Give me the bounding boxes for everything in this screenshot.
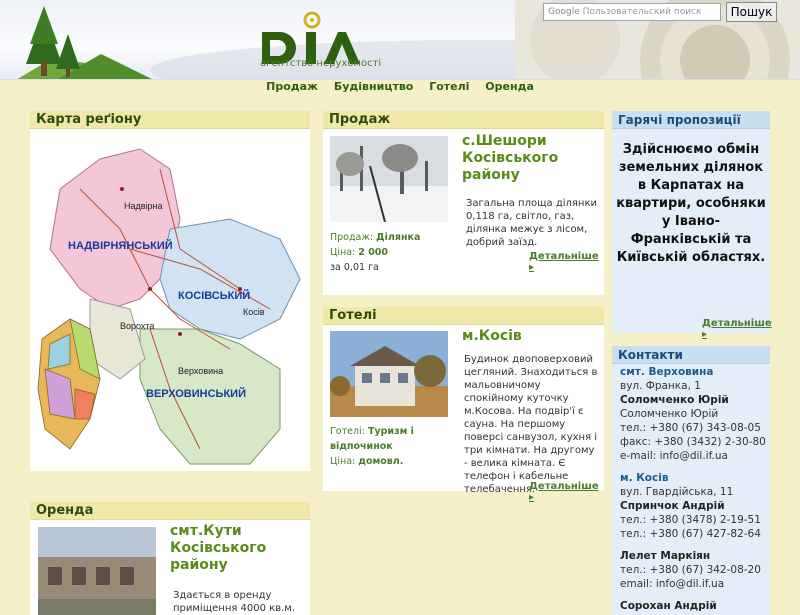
site-header: агентство нерухомості Google Пользовател… [0,0,800,80]
contact-line: смт. Верховина [620,366,714,378]
nav-item-construction[interactable]: Будівництво [334,80,414,93]
sale-type-label: Продаж: [330,232,374,243]
hotels-description: Будинок двоповерховий цегляний. Знаходит… [464,354,598,495]
contact-line: м. Косів [620,472,669,484]
contact-line: вул. Франка, 1 [620,380,701,392]
contact-line: факс: +380 (3432) 2-30-80 [620,436,766,448]
arrow-right-icon: ▸ [529,492,535,503]
sale-more-label: Детальніше [529,251,599,262]
contact-line: Соломченко Юрій [620,408,719,420]
town-label-nadvirna: Надвірна [124,201,163,211]
contact-line: Спринчок Андрій [620,500,725,512]
sale-description: Загальна площа ділянки 0,118 га, світло,… [466,198,598,248]
contact-line: тел.: +380 (67) 427-82-64 [620,528,761,540]
sale-more-link[interactable]: Детальніше ▸ [529,251,604,273]
town-label-kosiv: Косів [243,307,265,317]
sale-title[interactable]: с.Шешори Косівського району [462,133,597,184]
contact-line: тел.: +380 (3478) 2-19-51 [620,514,761,526]
hotels-meta: Готелі: Туризм і відпочинок Ціна: домовл… [330,424,450,469]
rent-panel: Оренда смт.Кути Косівського району Здаєт… [30,502,310,615]
sale-price-label: Ціна: [330,247,356,258]
sale-photo[interactable] [330,136,448,222]
arrow-right-icon: ▸ [702,329,708,340]
contact-line: Сорохан Андрій [620,600,717,612]
brand-tagline: агентство нерухомості [260,58,382,69]
sale-meta: Продаж: Ділянка Ціна: 2 000 за 0,01 га [330,230,450,275]
rent-photo[interactable] [38,527,156,615]
hot-offers-panel: Гарячі пропозиції Здійснюємо обмін земел… [612,111,772,340]
hot-offers-header: Гарячі пропозиції [612,111,770,129]
search-button[interactable]: Пошук [726,2,777,22]
town-label-verkhovyna: Верховина [178,366,223,376]
sale-price-value: 2 000 [358,247,389,258]
search-placeholder: Пользовательский поиск [582,7,702,17]
contact-line: тел.: +380 (67) 342-08-20 [620,564,761,576]
hotels-type-label: Готелі: [330,426,365,437]
hotels-price-value: домовл. [358,456,404,467]
hotels-price-label: Ціна: [330,456,356,467]
hotels-more-link[interactable]: Детальніше ▸ [529,481,604,503]
trees-illustration [17,6,152,79]
contact-line[interactable]: email: info@dil.if.ua [620,577,770,591]
sale-panel: Продаж с.Шешори Косівського району Загал… [323,111,604,295]
town-label-vorokhta: Ворохта [120,321,154,331]
sale-type-value: Ділянка [376,232,421,243]
main-nav: Продаж Будівництво Готелі Оренда [0,80,800,98]
region-map[interactable]: НАДВІРНЯНСЬКИЙ КОСІВСЬКИЙ ВЕРХОВИНСЬКИЙ … [30,129,310,469]
google-label: Google [548,7,580,17]
map-panel-header: Карта реґіону [30,111,310,129]
map-panel: Карта реґіону НАДВІРНЯНСЬКИЙ КОСІВСЬКИЙ … [30,111,310,471]
hot-offers-more-link[interactable]: Детальніше ▸ [702,318,772,340]
hotels-panel-header: Готелі [323,307,604,325]
contact-spacer [620,541,770,549]
region-label-kosiv: КОСІВСЬКИЙ [178,289,250,302]
nav-item-rent[interactable]: Оренда [485,80,534,93]
contacts-list: смт. Верховина вул. Франка, 1 Соломченко… [620,365,770,613]
nav-item-hotels[interactable]: Готелі [429,80,469,93]
nav-item-sale[interactable]: Продаж [266,80,318,93]
contact-line: вул. Гвардійська, 11 [620,486,734,498]
rent-title[interactable]: смт.Кути Косівського району [170,523,300,574]
arrow-right-icon: ▸ [529,262,535,273]
sale-price-unit: за 0,01 га [330,262,379,273]
contacts-panel: Контакти смт. Верховина вул. Франка, 1 С… [612,346,770,615]
contact-spacer [620,463,770,471]
rent-description: Здається в оренду приміщення 4000 кв.м. [173,590,296,614]
hot-offers-text: Здійснюємо обмін земельних ділянок в Кар… [616,142,766,265]
hotels-title[interactable]: м.Косів [462,328,597,345]
region-label-nadvirna: НАДВІРНЯНСЬКИЙ [68,239,173,252]
contact-line[interactable]: e-mail: info@dil.if.ua [620,449,770,463]
contact-spacer [620,591,770,599]
sale-panel-header: Продаж [323,111,604,129]
contact-line: Лелет Маркіян [620,550,711,562]
contacts-header: Контакти [612,346,770,364]
hot-offers-more-label: Детальніше [702,318,772,329]
region-label-verkhovyna: ВЕРХОВИНСЬКИЙ [146,387,246,400]
contact-line: Соломченко Юрій [620,394,729,406]
rent-panel-header: Оренда [30,502,310,520]
contact-line: тел.: +380 (67) 343-08-05 [620,422,761,434]
hotels-more-label: Детальніше [529,481,599,492]
hotels-panel: Готелі м.Косів Будинок двоповерховий цег… [323,307,604,503]
search-input[interactable]: Google Пользовательский поиск [543,3,721,21]
hotels-photo[interactable] [330,331,448,417]
